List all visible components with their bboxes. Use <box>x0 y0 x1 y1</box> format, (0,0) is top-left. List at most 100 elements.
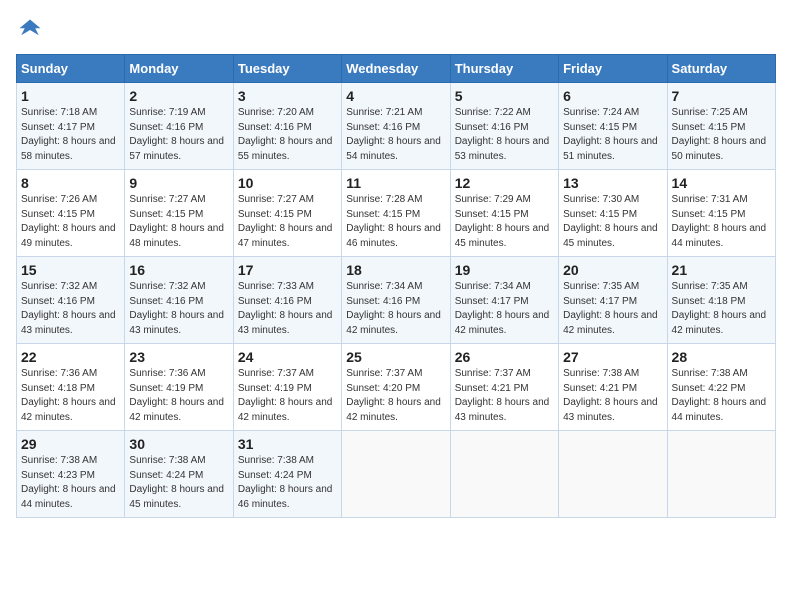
calendar-cell: 1Sunrise: 7:18 AMSunset: 4:17 PMDaylight… <box>17 83 125 170</box>
calendar-cell: 2Sunrise: 7:19 AMSunset: 4:16 PMDaylight… <box>125 83 233 170</box>
calendar-cell: 3 Sunrise: 7:20 AMSunset: 4:16 PMDaylight… <box>233 83 341 170</box>
cell-details: Sunrise: 7:19 AMSunset: 4:16 PMDaylight:… <box>129 106 228 164</box>
calendar-cell: 21 Sunrise: 7:35 AMSunset: 4:18 PMDayligh… <box>667 257 775 344</box>
calendar-cell <box>667 431 775 518</box>
day-number: 13 <box>563 175 662 191</box>
day-header-sunday: Sunday <box>17 55 125 83</box>
day-number: 11 <box>346 175 445 191</box>
logo <box>16 16 48 44</box>
calendar-cell: 16Sunrise: 7:32 AMSunset: 4:16 PMDayligh… <box>125 257 233 344</box>
cell-details: Sunrise: 7:32 AMSunset: 4:16 PMDaylight:… <box>21 280 120 338</box>
cell-details: Sunrise: 7:32 AMSunset: 4:16 PMDaylight:… <box>129 280 228 338</box>
cell-details: Sunrise: 7:31 AMSunset: 4:15 PMDaylight:… <box>672 193 771 251</box>
calendar-cell <box>559 431 667 518</box>
cell-details: Sunrise: 7:36 AMSunset: 4:18 PMDaylight:… <box>21 367 120 425</box>
cell-details: Sunrise: 7:21 AMSunset: 4:16 PMDaylight:… <box>346 106 445 164</box>
cell-details: Sunrise: 7:38 AMSunset: 4:24 PMDaylight:… <box>238 454 337 512</box>
calendar-cell: 6Sunrise: 7:24 AMSunset: 4:15 PMDaylight… <box>559 83 667 170</box>
day-number: 7 <box>672 88 771 104</box>
calendar-week-row: 1Sunrise: 7:18 AMSunset: 4:17 PMDaylight… <box>17 83 776 170</box>
calendar-cell: 20 Sunrise: 7:35 AMSunset: 4:17 PMDayligh… <box>559 257 667 344</box>
calendar-week-row: 8 Sunrise: 7:26 AMSunset: 4:15 PMDaylight… <box>17 170 776 257</box>
calendar-cell: 17Sunrise: 7:33 AMSunset: 4:16 PMDayligh… <box>233 257 341 344</box>
cell-details: Sunrise: 7:18 AMSunset: 4:17 PMDaylight:… <box>21 106 120 164</box>
cell-details: Sunrise: 7:27 AMSunset: 4:15 PMDaylight:… <box>238 193 337 251</box>
day-number: 20 <box>563 262 662 278</box>
day-number: 14 <box>672 175 771 191</box>
day-number: 3 <box>238 88 337 104</box>
cell-details: Sunrise: 7:35 AMSunset: 4:17 PMDaylight:… <box>563 280 662 338</box>
calendar-cell: 4Sunrise: 7:21 AMSunset: 4:16 PMDaylight… <box>342 83 450 170</box>
day-number: 17 <box>238 262 337 278</box>
day-number: 27 <box>563 349 662 365</box>
calendar-cell: 31 Sunrise: 7:38 AMSunset: 4:24 PMDayligh… <box>233 431 341 518</box>
calendar-cell: 14 Sunrise: 7:31 AMSunset: 4:15 PMDayligh… <box>667 170 775 257</box>
calendar-cell: 12 Sunrise: 7:29 AMSunset: 4:15 PMDayligh… <box>450 170 558 257</box>
calendar-cell: 28 Sunrise: 7:38 AMSunset: 4:22 PMDayligh… <box>667 344 775 431</box>
cell-details: Sunrise: 7:37 AMSunset: 4:19 PMDaylight:… <box>238 367 337 425</box>
day-number: 18 <box>346 262 445 278</box>
cell-details: Sunrise: 7:35 AMSunset: 4:18 PMDaylight:… <box>672 280 771 338</box>
day-number: 28 <box>672 349 771 365</box>
day-number: 12 <box>455 175 554 191</box>
calendar-week-row: 29 Sunrise: 7:38 AMSunset: 4:23 PMDayligh… <box>17 431 776 518</box>
cell-details: Sunrise: 7:24 AMSunset: 4:15 PMDaylight:… <box>563 106 662 164</box>
day-number: 31 <box>238 436 337 452</box>
day-number: 29 <box>21 436 120 452</box>
cell-details: Sunrise: 7:38 AMSunset: 4:22 PMDaylight:… <box>672 367 771 425</box>
cell-details: Sunrise: 7:36 AMSunset: 4:19 PMDaylight:… <box>129 367 228 425</box>
cell-details: Sunrise: 7:34 AMSunset: 4:17 PMDaylight:… <box>455 280 554 338</box>
calendar-cell: 25 Sunrise: 7:37 AMSunset: 4:20 PMDayligh… <box>342 344 450 431</box>
calendar-cell: 11 Sunrise: 7:28 AMSunset: 4:15 PMDayligh… <box>342 170 450 257</box>
day-number: 23 <box>129 349 228 365</box>
calendar-table: SundayMondayTuesdayWednesdayThursdayFrid… <box>16 54 776 518</box>
logo-icon <box>16 16 44 44</box>
calendar-cell: 7 Sunrise: 7:25 AMSunset: 4:15 PMDaylight… <box>667 83 775 170</box>
cell-details: Sunrise: 7:37 AMSunset: 4:21 PMDaylight:… <box>455 367 554 425</box>
page-header <box>16 16 776 44</box>
cell-details: Sunrise: 7:29 AMSunset: 4:15 PMDaylight:… <box>455 193 554 251</box>
day-number: 26 <box>455 349 554 365</box>
cell-details: Sunrise: 7:38 AMSunset: 4:24 PMDaylight:… <box>129 454 228 512</box>
cell-details: Sunrise: 7:38 AMSunset: 4:21 PMDaylight:… <box>563 367 662 425</box>
cell-details: Sunrise: 7:37 AMSunset: 4:20 PMDaylight:… <box>346 367 445 425</box>
calendar-cell: 8 Sunrise: 7:26 AMSunset: 4:15 PMDaylight… <box>17 170 125 257</box>
calendar-cell <box>342 431 450 518</box>
calendar-cell: 29 Sunrise: 7:38 AMSunset: 4:23 PMDayligh… <box>17 431 125 518</box>
day-header-tuesday: Tuesday <box>233 55 341 83</box>
cell-details: Sunrise: 7:34 AMSunset: 4:16 PMDaylight:… <box>346 280 445 338</box>
cell-details: Sunrise: 7:22 AMSunset: 4:16 PMDaylight:… <box>455 106 554 164</box>
cell-details: Sunrise: 7:25 AMSunset: 4:15 PMDaylight:… <box>672 106 771 164</box>
day-number: 15 <box>21 262 120 278</box>
calendar-cell <box>450 431 558 518</box>
calendar-cell: 10 Sunrise: 7:27 AMSunset: 4:15 PMDayligh… <box>233 170 341 257</box>
calendar-cell: 19 Sunrise: 7:34 AMSunset: 4:17 PMDayligh… <box>450 257 558 344</box>
cell-details: Sunrise: 7:27 AMSunset: 4:15 PMDaylight:… <box>129 193 228 251</box>
day-number: 19 <box>455 262 554 278</box>
calendar-cell: 24 Sunrise: 7:37 AMSunset: 4:19 PMDayligh… <box>233 344 341 431</box>
cell-details: Sunrise: 7:38 AMSunset: 4:23 PMDaylight:… <box>21 454 120 512</box>
calendar-header-row: SundayMondayTuesdayWednesdayThursdayFrid… <box>17 55 776 83</box>
cell-details: Sunrise: 7:26 AMSunset: 4:15 PMDaylight:… <box>21 193 120 251</box>
calendar-cell: 22 Sunrise: 7:36 AMSunset: 4:18 PMDayligh… <box>17 344 125 431</box>
calendar-cell: 18 Sunrise: 7:34 AMSunset: 4:16 PMDayligh… <box>342 257 450 344</box>
day-header-monday: Monday <box>125 55 233 83</box>
day-number: 22 <box>21 349 120 365</box>
day-number: 8 <box>21 175 120 191</box>
calendar-cell: 13 Sunrise: 7:30 AMSunset: 4:15 PMDayligh… <box>559 170 667 257</box>
day-header-thursday: Thursday <box>450 55 558 83</box>
day-number: 24 <box>238 349 337 365</box>
calendar-week-row: 15 Sunrise: 7:32 AMSunset: 4:16 PMDayligh… <box>17 257 776 344</box>
day-number: 30 <box>129 436 228 452</box>
calendar-cell: 26 Sunrise: 7:37 AMSunset: 4:21 PMDayligh… <box>450 344 558 431</box>
day-header-saturday: Saturday <box>667 55 775 83</box>
calendar-cell: 9Sunrise: 7:27 AMSunset: 4:15 PMDaylight… <box>125 170 233 257</box>
day-header-wednesday: Wednesday <box>342 55 450 83</box>
day-number: 25 <box>346 349 445 365</box>
cell-details: Sunrise: 7:28 AMSunset: 4:15 PMDaylight:… <box>346 193 445 251</box>
cell-details: Sunrise: 7:30 AMSunset: 4:15 PMDaylight:… <box>563 193 662 251</box>
calendar-cell: 5Sunrise: 7:22 AMSunset: 4:16 PMDaylight… <box>450 83 558 170</box>
day-number: 10 <box>238 175 337 191</box>
cell-details: Sunrise: 7:20 AMSunset: 4:16 PMDaylight:… <box>238 106 337 164</box>
day-number: 21 <box>672 262 771 278</box>
